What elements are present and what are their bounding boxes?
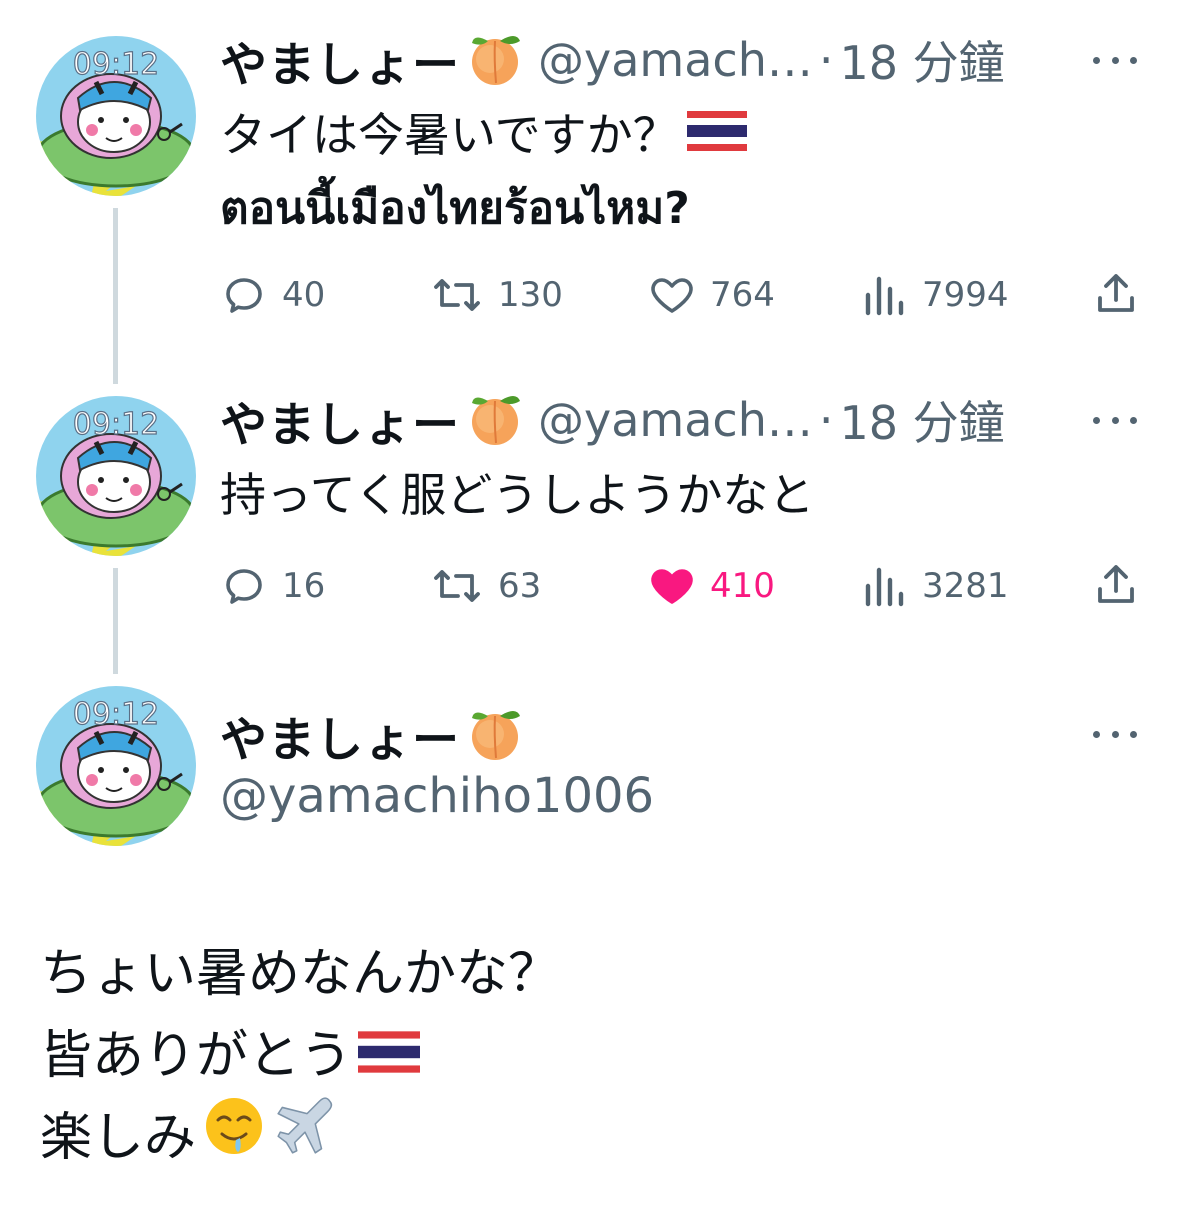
main-tweet-line-2: 皆ありがとう [40,1015,560,1097]
tweet-header: やましょー @yamach… · 18 分鐘 [220,385,1005,455]
avatar-clock-text: 09:12 [73,697,159,732]
display-name[interactable]: やましょー [220,386,460,455]
bar-chart-icon [865,276,904,316]
views-button[interactable]: 3281 [862,561,1009,611]
avatar[interactable]: 09:12 [36,686,196,846]
share-button[interactable] [1092,270,1140,322]
main-tweet-line-2-text: 皆ありがとう [40,1026,353,1086]
main-tweet-line-3: 楽しみ [40,1097,560,1179]
main-tweet-line-1: ちょい暑めなんかな？ [40,933,560,1015]
tweet-text-line-2: ตอนนี้เมืองไทยร้อนไหม? [220,183,690,234]
speech-bubble-icon [226,569,262,604]
timestamp[interactable]: 18 分鐘 [839,387,1004,453]
share-upload-icon [1098,274,1134,312]
reply-button[interactable]: 16 [220,561,325,611]
handle[interactable]: @yamach… [538,33,813,87]
tweet-actions: 16 63 410 3281 [220,561,1140,611]
avatar[interactable]: 09:12 [36,36,196,196]
like-count: 764 [710,275,775,315]
drooling-face-emoji-icon [202,1094,266,1182]
like-count: 410 [710,566,775,606]
retweet-arrows-icon [434,279,480,311]
tweet-text: 持ってく服どうしようかなと [220,458,814,532]
avatar-clock-text: 09:12 [73,47,159,82]
main-tweet-line-3-text: 楽しみ [40,1108,197,1168]
reply-count: 40 [282,275,326,315]
avatar-clock-text: 09:12 [73,407,159,442]
like-button[interactable]: 764 [648,270,775,320]
display-name[interactable]: やましょー [220,26,460,95]
speech-bubble-icon [226,278,262,313]
thread-line-2 [113,568,118,674]
tweet-text-line-1: タイは今暑いですか？ [220,108,679,162]
timestamp[interactable]: 18 分鐘 [839,27,1004,93]
separator-dot: · [818,33,834,87]
heart-icon [651,278,693,313]
thai-flag-icon [358,1015,421,1097]
reply-button[interactable]: 40 [220,270,325,320]
view-count: 3281 [922,566,1009,606]
peach-emoji-icon [466,389,524,451]
reply-count: 16 [282,566,326,606]
retweet-button[interactable]: 63 [430,561,541,611]
display-name[interactable]: やましょー [220,701,460,770]
heart-icon [651,569,693,604]
tweet-text: タイは今暑いですか？ ตอนนี้เมืองไทยร้อนไหม? [220,98,747,246]
peach-emoji-icon [466,29,524,91]
like-button[interactable]: 410 [648,561,775,611]
retweet-count: 130 [498,275,563,315]
thread-line-1 [113,208,118,384]
more-options-icon[interactable] [1093,410,1137,430]
thai-flag-icon [686,98,747,172]
more-options-icon[interactable] [1093,724,1137,744]
tweet-actions: 40 130 764 7994 [220,270,1140,320]
more-options-icon[interactable] [1093,50,1137,70]
view-count: 7994 [922,275,1009,315]
retweet-arrows-icon [434,570,480,602]
tweet-text-line-1: 持ってく服どうしようかなと [220,468,815,522]
main-tweet-text: ちょい暑めなんかな？ 皆ありがとう 楽しみ [40,933,560,1179]
airplane-emoji-icon [272,1093,338,1183]
handle[interactable]: @yamach… [538,393,813,447]
tweet-header: やましょー @yamach… · 18 分鐘 [220,25,1005,95]
retweet-count: 63 [498,566,542,606]
handle[interactable]: @yamachiho1006 [220,768,654,824]
retweet-button[interactable]: 130 [430,270,563,320]
main-tweet-line-1-text: ちょい暑めなんかな？ [40,944,561,1004]
share-button[interactable] [1092,561,1140,613]
tweet-header: やましょー [220,700,538,770]
peach-emoji-icon [466,704,524,766]
views-button[interactable]: 7994 [862,270,1009,320]
separator-dot: · [818,393,834,447]
bar-chart-icon [865,567,904,607]
share-upload-icon [1098,565,1134,603]
avatar[interactable]: 09:12 [36,396,196,556]
